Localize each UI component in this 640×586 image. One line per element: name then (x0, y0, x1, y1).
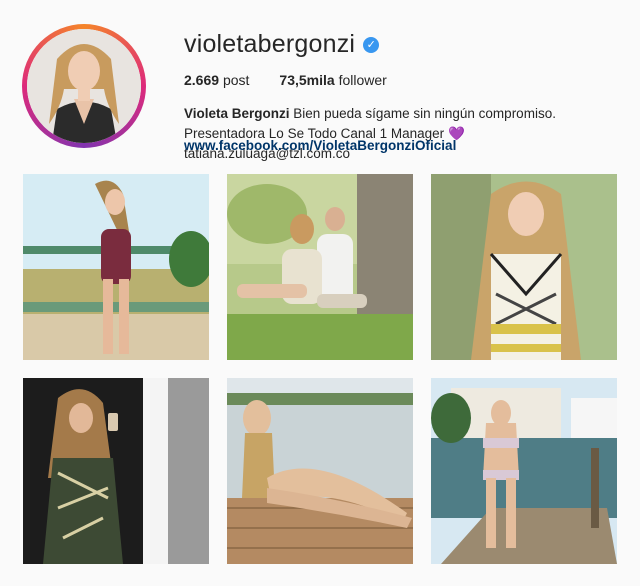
post-thumbnail[interactable] (23, 378, 209, 564)
verified-badge-icon: ✓ (363, 36, 380, 53)
photo-floral-bikini-pier-icon (431, 378, 617, 564)
posts-grid (23, 174, 617, 566)
profile-stats: 2.669 post 73,5mila follower (184, 72, 387, 88)
photo-mirror-selfie-dress-icon (23, 378, 209, 564)
story-ring[interactable] (22, 24, 146, 148)
post-thumbnail[interactable] (227, 378, 413, 564)
photo-gold-swimsuit-dock-icon (227, 378, 413, 564)
post-thumbnail[interactable] (227, 174, 413, 360)
photo-burgundy-swimsuit-beach-icon (23, 174, 209, 360)
posts-count: 2.669 post (184, 72, 250, 88)
full-name: Violeta Bergonzi (184, 106, 290, 121)
profile-header: violetabergonzi ✓ 2.669 post 73,5mila fo… (0, 0, 640, 170)
photo-couple-sitting-tree-icon (227, 174, 413, 360)
username[interactable]: violetabergonzi (184, 30, 355, 59)
photo-patterned-swimsuit-icon (431, 174, 617, 360)
profile-bio: Violeta Bergonzi Bien pueda sígame sin n… (184, 104, 624, 164)
external-link[interactable]: www.facebook.com/VioletaBergonziOficial (184, 138, 456, 153)
avatar[interactable] (27, 29, 141, 143)
post-thumbnail[interactable] (431, 174, 617, 360)
post-thumbnail[interactable] (431, 378, 617, 564)
followers-count[interactable]: 73,5mila follower (279, 72, 386, 88)
post-thumbnail[interactable] (23, 174, 209, 360)
